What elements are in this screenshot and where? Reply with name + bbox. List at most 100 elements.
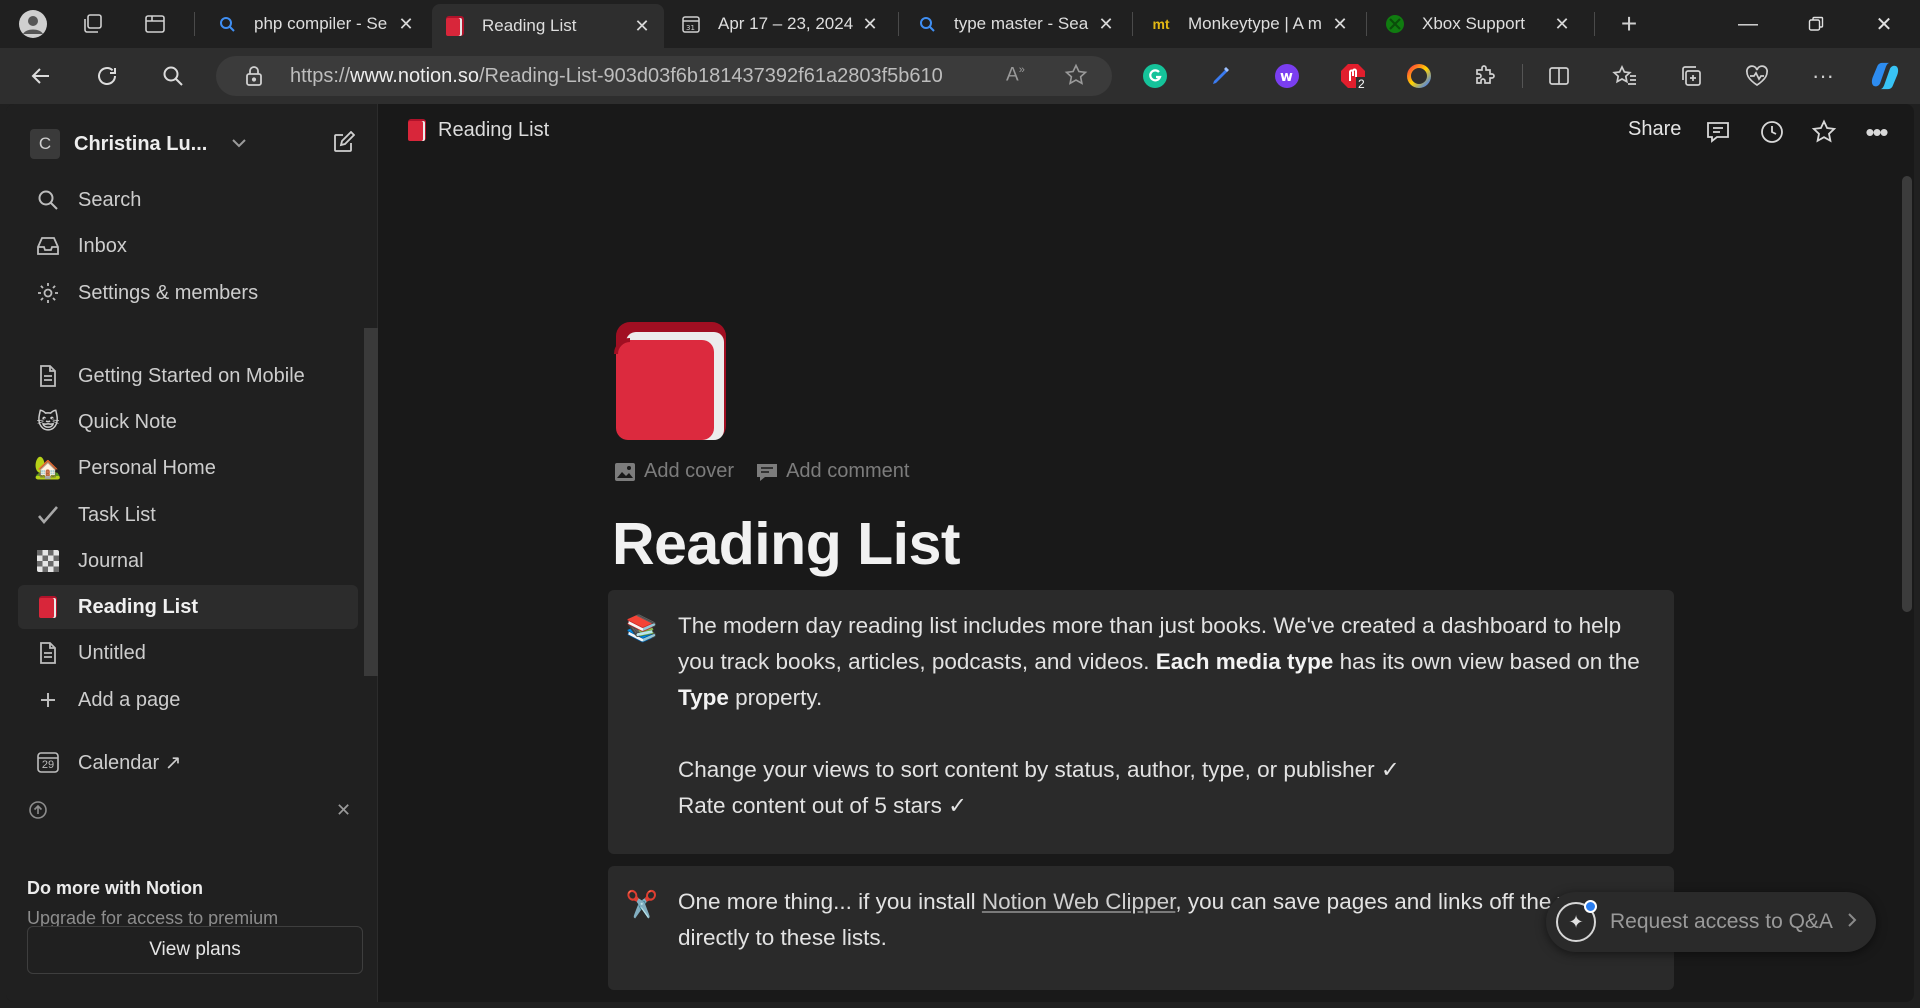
sidebar-item-search[interactable]: Search: [18, 178, 358, 222]
tab-calendar[interactable]: 31 Apr 17 – 23, 2024 ✕: [668, 0, 892, 48]
main-scrollbar[interactable]: [1902, 176, 1912, 612]
close-window-icon[interactable]: ✕: [1850, 0, 1918, 48]
chevron-right-icon: [1847, 912, 1857, 933]
search-icon[interactable]: [158, 61, 188, 91]
callout-block[interactable]: 📚 The modern day reading list includes m…: [608, 590, 1674, 854]
search-icon: [916, 13, 938, 35]
sidebar-item-journal[interactable]: Journal: [18, 539, 358, 583]
sidebar-item-add-page[interactable]: Add a page: [18, 678, 358, 722]
callout-block[interactable]: ✂️ One more thing... if you install Noti…: [608, 866, 1674, 990]
refresh-icon[interactable]: [92, 61, 122, 91]
sidebar-item-settings[interactable]: Settings & members: [18, 271, 358, 315]
sidebar-item-label: Inbox: [78, 234, 127, 257]
wordtune-icon[interactable]: w: [1272, 61, 1302, 91]
search-icon: [216, 13, 238, 35]
books-icon[interactable]: 📚: [626, 612, 658, 644]
close-tab-icon[interactable]: ✕: [1096, 14, 1116, 35]
more-menu-icon[interactable]: ···: [1808, 61, 1838, 91]
comments-icon[interactable]: [1702, 116, 1734, 148]
chevron-down-icon: [231, 135, 247, 153]
new-tab-icon[interactable]: +: [1614, 8, 1644, 39]
sidebar-item-untitled[interactable]: Untitled: [18, 631, 358, 675]
page-icon-red-book[interactable]: [614, 320, 730, 444]
restore-icon[interactable]: [1782, 0, 1850, 48]
adblock-icon[interactable]: 2: [1338, 61, 1368, 91]
callout-paragraph: The modern day reading list includes mor…: [678, 608, 1648, 716]
svg-text:31: 31: [686, 24, 695, 32]
request-qa-button[interactable]: ✦ Request access to Q&A: [1546, 892, 1876, 952]
tab-title: php compiler - Se: [254, 14, 388, 33]
tab-title: type master - Sea: [954, 14, 1089, 33]
close-tab-icon[interactable]: ✕: [1330, 14, 1350, 35]
close-tab-icon[interactable]: ✕: [632, 16, 652, 37]
pen-extension-icon[interactable]: [1206, 61, 1236, 91]
history-clock-icon[interactable]: [1756, 116, 1788, 148]
web-clipper-link[interactable]: Notion Web Clipper: [982, 889, 1175, 914]
add-cover-button[interactable]: Add cover: [614, 460, 734, 483]
collections-icon[interactable]: [1676, 61, 1706, 91]
add-comment-button[interactable]: Add comment: [756, 460, 909, 483]
tab-monkeytype[interactable]: mt Monkeytype | A m ✕: [1138, 0, 1362, 48]
extensions-puzzle-icon[interactable]: [1470, 61, 1500, 91]
notification-dot: [1584, 900, 1597, 913]
breadcrumb-label: Reading List: [438, 118, 550, 141]
house-icon: 🏡: [34, 455, 62, 480]
breadcrumb[interactable]: Reading List: [406, 118, 549, 142]
sidebar-item-label: Settings & members: [78, 281, 259, 304]
tab-php-compiler[interactable]: php compiler - Se ✕: [204, 0, 428, 48]
tab-actions-icon[interactable]: [140, 9, 170, 39]
sidebar-item-task-list[interactable]: Task List: [18, 493, 358, 537]
new-page-icon[interactable]: [328, 128, 358, 158]
callout-text[interactable]: One more thing... if you install Notion …: [678, 884, 1648, 956]
close-tab-icon[interactable]: ✕: [860, 14, 880, 35]
favorite-star-icon[interactable]: [1808, 116, 1840, 148]
cat-face-icon: 😺: [36, 409, 60, 434]
sidebar-item-getting-started[interactable]: Getting Started on Mobile: [18, 354, 358, 398]
tab-reading-list[interactable]: Reading List ✕: [432, 4, 664, 48]
lock-icon[interactable]: [244, 65, 264, 92]
scissors-icon[interactable]: ✂️: [626, 888, 658, 920]
sidebar-item-calendar[interactable]: 29 Calendar ↗: [18, 740, 358, 784]
workspace-switcher[interactable]: C Christina Lu...: [30, 126, 247, 162]
back-icon[interactable]: [26, 61, 56, 91]
close-tab-icon[interactable]: ✕: [396, 14, 416, 35]
read-aloud-icon[interactable]: A»: [1006, 64, 1025, 86]
tab-separator: [194, 12, 195, 36]
callout-text[interactable]: The modern day reading list includes mor…: [678, 608, 1648, 824]
sidebar-item-label: Quick Note: [78, 410, 177, 433]
share-button[interactable]: Share: [1628, 118, 1681, 141]
callout-paragraph: One more thing... if you install Notion …: [678, 884, 1648, 956]
close-tab-icon[interactable]: ✕: [1552, 14, 1572, 35]
sidebar-item-personal-home[interactable]: 🏡 Personal Home: [18, 446, 358, 490]
add-cover-label: Add cover: [644, 460, 735, 482]
tab-separator: [1132, 12, 1133, 36]
sidebar-item-inbox[interactable]: Inbox: [18, 224, 358, 268]
grammarly-icon[interactable]: [1140, 61, 1170, 91]
page-title[interactable]: Reading List: [612, 510, 961, 578]
more-options-icon[interactable]: •••: [1860, 116, 1892, 148]
tab-title: Reading List: [482, 16, 577, 35]
split-screen-icon[interactable]: [1544, 61, 1574, 91]
close-icon[interactable]: ✕: [336, 800, 351, 821]
url-text[interactable]: https://www.notion.so/Reading-List-903d0…: [290, 65, 943, 88]
workspaces-icon[interactable]: [78, 9, 108, 39]
minimize-icon[interactable]: —: [1714, 0, 1782, 48]
sidebar-item-quick-note[interactable]: 😺 Quick Note: [18, 400, 358, 444]
browser-essentials-icon[interactable]: [1742, 61, 1772, 91]
address-bar[interactable]: https://www.notion.so/Reading-List-903d0…: [216, 56, 1112, 96]
svg-text:w: w: [1280, 69, 1293, 85]
tab-xbox-support[interactable]: Xbox Support ✕: [1372, 0, 1584, 48]
sidebar-scrollbar[interactable]: [364, 328, 378, 676]
calendar-icon: 29: [32, 746, 64, 778]
tab-type-master[interactable]: type master - Sea ✕: [904, 0, 1128, 48]
inbox-icon: [32, 230, 64, 262]
color-extension-icon[interactable]: [1404, 61, 1434, 91]
sidebar-item-reading-list[interactable]: Reading List: [18, 585, 358, 629]
favorite-star-icon[interactable]: [1064, 63, 1088, 92]
copilot-icon[interactable]: [1870, 61, 1900, 91]
profile-avatar-icon[interactable]: [18, 9, 48, 39]
favorites-icon[interactable]: [1610, 61, 1640, 91]
workspace-name: Christina Lu...: [74, 132, 208, 155]
comment-icon: [756, 461, 778, 483]
view-plans-button[interactable]: View plans: [27, 926, 363, 974]
